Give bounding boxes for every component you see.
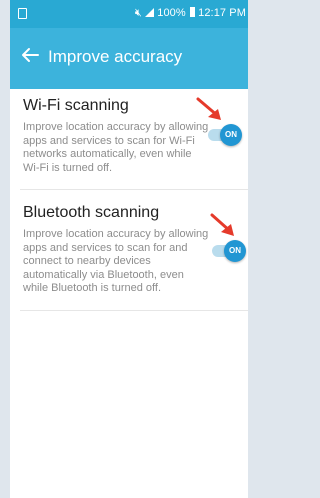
- red-arrow-icon: [196, 97, 221, 120]
- status-bar: 🔇︎ 100% 12:17 PM: [10, 0, 248, 28]
- battery-percent: 100%: [157, 7, 186, 19]
- signal-icon: [145, 8, 155, 17]
- mute-icon: 🔇︎: [134, 7, 142, 19]
- toggle-thumb: ON: [224, 240, 246, 262]
- app-bar: Improve accuracy: [10, 28, 248, 89]
- bluetooth-scanning-title: Bluetooth scanning: [23, 204, 160, 221]
- wifi-scanning-title: Wi-Fi scanning: [23, 97, 129, 114]
- bluetooth-scanning-description: Improve location accuracy by allowing ap…: [23, 228, 209, 294]
- toggle-thumb: ON: [220, 124, 242, 146]
- wifi-scanning-description: Improve location accuracy by allowing ap…: [23, 121, 209, 174]
- red-arrow-icon: [210, 213, 234, 236]
- status-indicators: 🔇︎ 100% 12:17 PM: [135, 7, 246, 20]
- battery-icon: [189, 7, 195, 17]
- phone-screen: 🔇︎ 100% 12:17 PM Improve accuracy Wi-Fi …: [10, 0, 248, 498]
- bluetooth-scanning-toggle[interactable]: ON: [212, 240, 248, 262]
- back-arrow-icon[interactable]: [18, 43, 42, 67]
- divider: [20, 310, 248, 311]
- bluetooth-scanning-setting[interactable]: Bluetooth scanning Improve location accu…: [10, 190, 248, 310]
- wifi-scanning-toggle[interactable]: ON: [208, 124, 244, 146]
- status-time: 12:17 PM: [198, 7, 246, 19]
- notification-icon: [18, 8, 27, 19]
- page-title: Improve accuracy: [48, 47, 183, 66]
